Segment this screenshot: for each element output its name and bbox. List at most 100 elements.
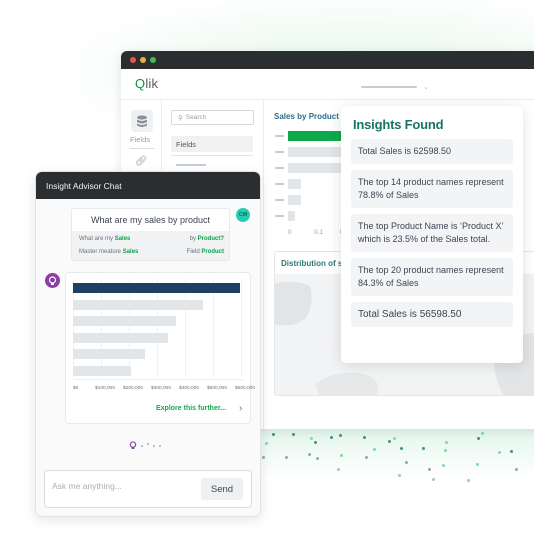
- gridline: [241, 279, 242, 377]
- user-query-bubble: What are my sales by product What are my…: [71, 208, 230, 261]
- decorative-dot: [398, 474, 401, 477]
- decorative-dot: [498, 451, 501, 454]
- decorative-dot: [314, 441, 317, 444]
- insight-item[interactable]: The top Product Name is ‘Product X’ whic…: [351, 214, 513, 252]
- decorative-dot: [316, 457, 319, 460]
- fields-divider: [171, 155, 253, 156]
- explore-further-link[interactable]: Explore this further...: [156, 405, 226, 412]
- link-icon[interactable]: 🔗︎: [135, 156, 148, 167]
- logo-text: lik: [145, 76, 159, 91]
- insight-item[interactable]: The top 14 product names represent 78.8%…: [351, 170, 513, 208]
- rail-divider: [130, 148, 154, 149]
- fields-rail-button[interactable]: [131, 110, 153, 132]
- chat-message-input[interactable]: [52, 481, 192, 491]
- user-query-text: What are my sales by product: [90, 215, 211, 225]
- x-tick-label: $600,000: [235, 386, 256, 391]
- chart-bar[interactable]: [288, 211, 295, 221]
- decorative-dot: [476, 463, 479, 466]
- app-header: Qlik ⌄: [121, 69, 534, 100]
- x-tick-label: $400,000: [179, 386, 200, 391]
- logo-q: Q: [135, 76, 146, 91]
- decorative-dot: [272, 433, 275, 436]
- result-bar[interactable]: [73, 316, 176, 326]
- parse-left: What are my Sales: [79, 236, 131, 242]
- maximize-window-icon[interactable]: [150, 57, 156, 63]
- insight-item[interactable]: The top 20 product names represent 84.3%…: [351, 258, 513, 296]
- search-icon: ⚲: [178, 115, 183, 122]
- insights-panel: Insights Found Total Sales is 62598.50 T…: [341, 106, 523, 363]
- gridline: [101, 279, 102, 377]
- minimize-window-icon[interactable]: [140, 57, 146, 63]
- decorative-dot: [400, 447, 403, 450]
- lightbulb-icon: [129, 441, 137, 450]
- decorative-dot: [467, 479, 470, 482]
- typing-dot: [141, 444, 143, 447]
- search-placeholder: Search: [185, 114, 207, 121]
- decorative-dot: [265, 442, 268, 445]
- fields-rail-label: Fields: [130, 135, 151, 144]
- decorative-dot: [442, 464, 445, 467]
- send-button[interactable]: Send: [201, 478, 243, 500]
- gridline: [157, 279, 158, 377]
- decorative-dot: [510, 450, 513, 453]
- x-tick-label: $100,000: [95, 386, 116, 391]
- result-bar[interactable]: [73, 365, 132, 376]
- map-title: Distribution of s: [281, 259, 343, 268]
- insight-item[interactable]: Total Sales is 56598.50: [351, 302, 513, 327]
- insight-advisor-chat: Insight Advisor Chat What are my sales b…: [35, 171, 261, 517]
- decorative-dot: [515, 468, 518, 471]
- chart-bar[interactable]: [288, 195, 301, 205]
- result-bar[interactable]: [73, 299, 204, 310]
- field-item-placeholder[interactable]: [176, 164, 206, 166]
- decorative-dot: [388, 440, 391, 443]
- decorative-dot: [405, 461, 408, 464]
- bar-label-placeholder: [275, 183, 284, 185]
- decorative-dot: [337, 468, 340, 471]
- gridline: [213, 279, 214, 377]
- typing-indicator: [129, 441, 161, 450]
- result-bar[interactable]: [73, 349, 145, 359]
- decorative-dot: [285, 456, 288, 459]
- sheet-name-placeholder: [361, 86, 417, 88]
- bar-label-placeholder: [275, 135, 284, 137]
- decorative-dot: [422, 447, 425, 450]
- bar-label-placeholder: [275, 167, 284, 169]
- decorative-dot: [363, 436, 366, 439]
- x-axis: [73, 379, 243, 380]
- decorative-dots: [260, 428, 534, 482]
- x-tick-label: $300,000: [151, 386, 172, 391]
- x-tick-label: $0: [73, 386, 79, 391]
- decorative-dot: [432, 478, 435, 481]
- window-titlebar: [121, 51, 534, 69]
- insights-title: Insights Found: [353, 117, 444, 132]
- bar-label-placeholder: [275, 215, 284, 217]
- result-bar[interactable]: [73, 332, 168, 343]
- x-tick-label: 0.1: [314, 229, 324, 236]
- query-parse-details: What are my Sales by Product? Master mea…: [72, 231, 229, 260]
- decorative-dot: [481, 432, 484, 435]
- result-chart-card: Explore this further... › $0 $100,000 $200…: [65, 272, 255, 424]
- decorative-dot: [373, 448, 376, 451]
- decorative-dot: [444, 449, 447, 452]
- result-bar[interactable]: [73, 283, 240, 293]
- database-icon: [137, 115, 147, 127]
- fields-list-header[interactable]: Fields: [171, 136, 253, 152]
- insight-item[interactable]: Total Sales is 62598.50: [351, 139, 513, 164]
- chart-bar[interactable]: [288, 179, 301, 189]
- decorative-dot: [365, 456, 368, 459]
- fields-search-input[interactable]: ⚲ Search: [171, 110, 254, 125]
- user-avatar: CM: [236, 208, 250, 222]
- parse-row: What are my Sales by Product?: [79, 236, 224, 242]
- chart-bar[interactable]: [288, 163, 347, 173]
- typing-dot: [153, 444, 155, 447]
- decorative-dot: [339, 434, 342, 437]
- chevron-right-icon[interactable]: ›: [239, 403, 242, 414]
- parse-right: by Product?: [189, 236, 224, 242]
- sheet-dropdown[interactable]: ⌄: [361, 83, 429, 91]
- gridline: [129, 279, 130, 377]
- x-tick-label: $500,000: [207, 386, 228, 391]
- x-tick-label: 0: [288, 229, 292, 236]
- decorative-dot: [340, 454, 343, 457]
- chat-title: Insight Advisor Chat: [36, 172, 260, 199]
- close-window-icon[interactable]: [130, 57, 136, 63]
